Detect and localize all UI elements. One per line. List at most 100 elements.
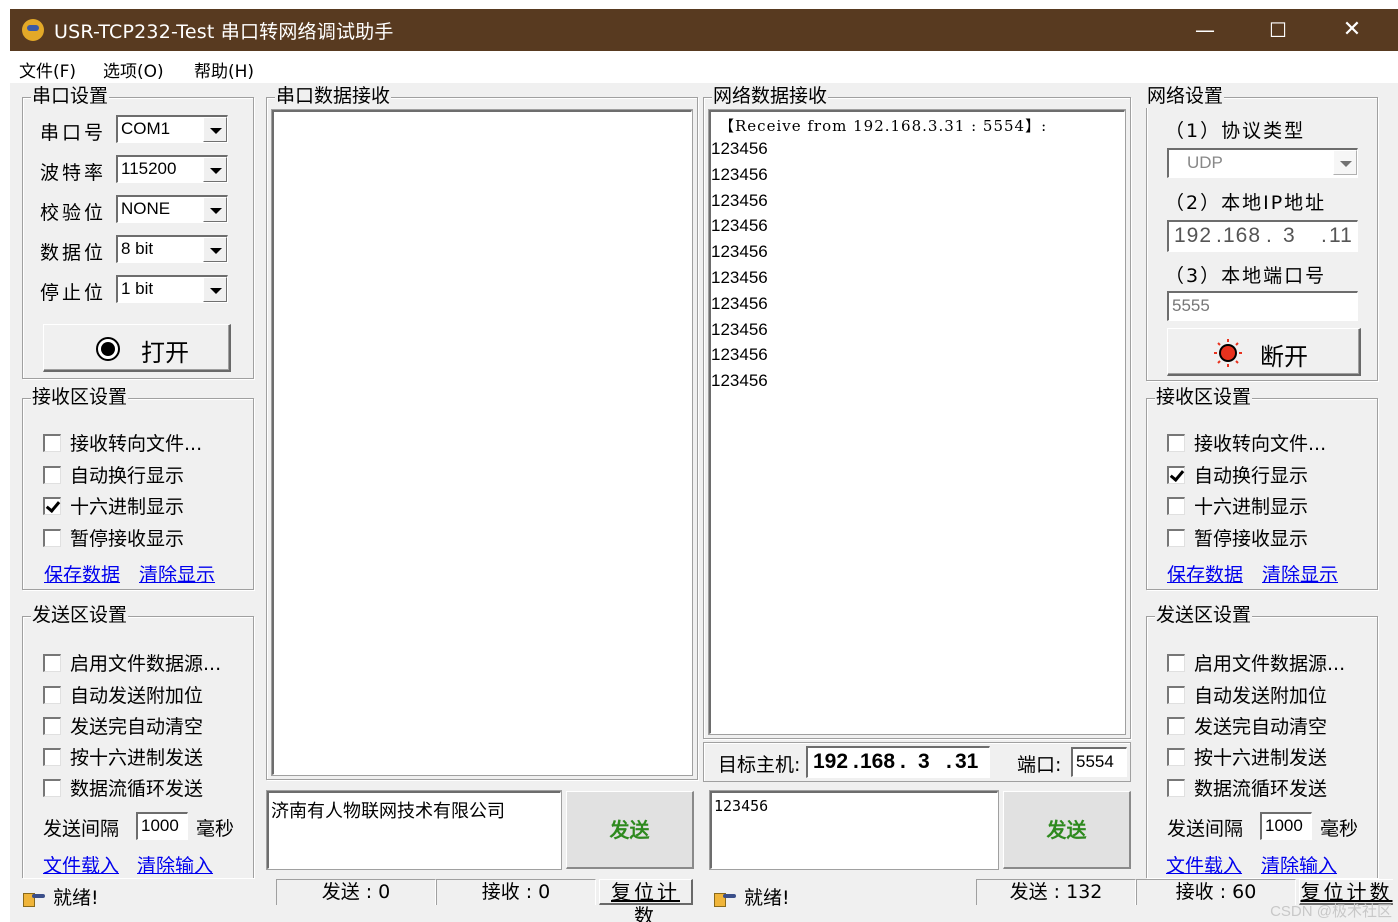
- serial-send-button[interactable]: 发送: [566, 791, 694, 869]
- serial-pause-display-checkbox[interactable]: 暂停接收显示: [43, 524, 184, 551]
- chevron-down-icon[interactable]: [1333, 150, 1357, 175]
- checkbox-checked-icon[interactable]: [43, 497, 61, 515]
- receive-line: 123456: [711, 267, 768, 287]
- checkbox-icon[interactable]: [43, 529, 61, 547]
- close-button[interactable]: ✕: [1322, 13, 1382, 47]
- maximize-button[interactable]: ☐: [1248, 13, 1308, 47]
- minimize-button[interactable]: —: [1175, 13, 1235, 47]
- serial-receive-settings-group: 接收区设置 接收转向文件... 自动换行显示 十六进制显示 暂停接收显示 保存数…: [22, 385, 254, 590]
- pointing-hand-icon: [23, 891, 45, 907]
- serial-interval-input[interactable]: 1000: [136, 812, 188, 840]
- serial-append-bits-checkbox[interactable]: 自动发送附加位: [43, 681, 203, 708]
- serial-auto-clear-checkbox[interactable]: 发送完自动清空: [43, 712, 203, 739]
- serial-load-file-link[interactable]: 文件载入: [43, 851, 119, 878]
- network-hex-send-checkbox[interactable]: 按十六进制发送: [1167, 743, 1327, 770]
- network-hex-display-checkbox[interactable]: 十六进制显示: [1167, 492, 1308, 519]
- ip-octet: 31: [955, 750, 979, 773]
- checkbox-icon[interactable]: [1167, 497, 1185, 515]
- stopbits-select[interactable]: 1 bit: [116, 275, 228, 303]
- checkbox-icon[interactable]: [43, 779, 61, 797]
- network-status: 就绪!: [714, 883, 790, 910]
- ip-octet: 168: [1223, 224, 1262, 247]
- serial-recv-to-file-checkbox[interactable]: 接收转向文件...: [43, 429, 202, 456]
- serial-status: 就绪!: [23, 883, 99, 910]
- network-send-settings-group: 发送区设置 启用文件数据源... 自动发送附加位 发送完自动清空 按十六进制发送…: [1146, 603, 1378, 878]
- checkbox-label: 自动发送附加位: [70, 685, 204, 707]
- parity-select[interactable]: NONE: [116, 195, 228, 223]
- port-select[interactable]: COM1: [116, 115, 228, 143]
- serial-clear-display-link[interactable]: 清除显示: [139, 560, 215, 587]
- receive-line: 123456: [711, 139, 768, 158]
- network-save-data-link[interactable]: 保存数据: [1167, 560, 1243, 587]
- checkbox-checked-icon[interactable]: [1167, 466, 1185, 484]
- checkbox-icon[interactable]: [43, 748, 61, 766]
- checkbox-icon[interactable]: [43, 434, 61, 452]
- serial-save-data-link[interactable]: 保存数据: [44, 560, 120, 587]
- network-recv-to-file-checkbox[interactable]: 接收转向文件...: [1167, 429, 1326, 456]
- network-file-source-checkbox[interactable]: 启用文件数据源...: [1167, 649, 1345, 676]
- network-clear-display-link[interactable]: 清除显示: [1262, 560, 1338, 587]
- local-ip-input[interactable]: 192 . 168 . 3 . 11: [1167, 220, 1358, 252]
- checkbox-icon[interactable]: [1167, 748, 1185, 766]
- serial-send-input[interactable]: 济南有人物联网技术有限公司: [266, 790, 562, 870]
- network-interval-input[interactable]: 1000: [1260, 812, 1312, 840]
- checkbox-icon[interactable]: [1167, 717, 1185, 735]
- network-clear-input-link[interactable]: 清除输入: [1261, 851, 1337, 878]
- checkbox-icon[interactable]: [43, 654, 61, 672]
- checkbox-icon[interactable]: [1167, 686, 1185, 704]
- network-pause-display-checkbox[interactable]: 暂停接收显示: [1167, 524, 1308, 551]
- menu-options[interactable]: 选项(O): [103, 57, 164, 82]
- chevron-down-icon[interactable]: [203, 237, 227, 262]
- checkbox-icon[interactable]: [43, 717, 61, 735]
- serial-hex-display-checkbox[interactable]: 十六进制显示: [43, 492, 184, 519]
- network-send-button[interactable]: 发送: [1003, 791, 1131, 869]
- chevron-down-icon[interactable]: [203, 117, 227, 142]
- menu-file[interactable]: 文件(F): [19, 57, 76, 82]
- checkbox-icon[interactable]: [1167, 529, 1185, 547]
- checkbox-label: 发送完自动清空: [70, 716, 204, 738]
- local-ip-label: （2）本地IP地址: [1165, 192, 1327, 214]
- chevron-down-icon[interactable]: [203, 277, 227, 302]
- checkbox-icon[interactable]: [1167, 779, 1185, 797]
- serial-loop-send-checkbox[interactable]: 数据流循环发送: [43, 774, 203, 801]
- receive-line: 123456: [711, 164, 768, 184]
- baud-value: 115200: [121, 159, 177, 178]
- network-send-input[interactable]: 123456: [709, 790, 999, 870]
- checkbox-label: 按十六进制发送: [70, 747, 204, 769]
- local-port-input[interactable]: 5555: [1167, 291, 1358, 321]
- open-port-button[interactable]: 打开: [43, 324, 231, 372]
- target-host-input[interactable]: 192 . 168 . 3 . 31: [806, 746, 990, 778]
- baud-select[interactable]: 115200: [116, 155, 228, 183]
- checkbox-icon[interactable]: [43, 466, 61, 484]
- disconnect-button[interactable]: 断开: [1167, 328, 1361, 376]
- serial-clear-input-link[interactable]: 清除输入: [137, 851, 213, 878]
- network-append-bits-checkbox[interactable]: 自动发送附加位: [1167, 681, 1327, 708]
- pointing-hand-icon: [714, 891, 736, 907]
- network-auto-clear-checkbox[interactable]: 发送完自动清空: [1167, 712, 1327, 739]
- serial-hex-send-checkbox[interactable]: 按十六进制发送: [43, 743, 203, 770]
- serial-auto-wrap-checkbox[interactable]: 自动换行显示: [43, 461, 184, 488]
- app-window: USR-TCP232-Test 串口转网络调试助手 — ☐ ✕ 文件(F) 选项…: [10, 9, 1398, 922]
- network-receive-textarea[interactable]: 【Receive from 192.168.3.31 : 5554】: 1234…: [708, 109, 1126, 735]
- serial-file-source-checkbox[interactable]: 启用文件数据源...: [43, 649, 221, 676]
- network-auto-wrap-checkbox[interactable]: 自动换行显示: [1167, 461, 1308, 488]
- checkbox-label: 自动换行显示: [1194, 465, 1309, 487]
- chevron-down-icon[interactable]: [203, 197, 227, 222]
- serial-receive-textarea[interactable]: [271, 109, 693, 776]
- checkbox-label: 数据流循环发送: [1194, 778, 1328, 800]
- databits-select[interactable]: 8 bit: [116, 235, 228, 263]
- menu-help[interactable]: 帮助(H): [194, 57, 254, 82]
- target-port-input[interactable]: 5554: [1071, 747, 1127, 777]
- serial-reset-count-button[interactable]: 复位计数: [599, 879, 693, 922]
- checkbox-icon[interactable]: [1167, 434, 1185, 452]
- watermark: CSDN @极术社区: [1270, 903, 1392, 920]
- checkbox-icon[interactable]: [1167, 654, 1185, 672]
- chevron-down-icon[interactable]: [203, 157, 227, 182]
- protocol-select[interactable]: UDP: [1167, 148, 1358, 178]
- checkbox-icon[interactable]: [43, 686, 61, 704]
- serial-received-count: 接收 : 0: [436, 879, 596, 905]
- receive-line: 123456: [711, 319, 768, 339]
- network-interval-unit: 毫秒: [1320, 818, 1359, 840]
- network-loop-send-checkbox[interactable]: 数据流循环发送: [1167, 774, 1327, 801]
- network-load-file-link[interactable]: 文件载入: [1166, 851, 1242, 878]
